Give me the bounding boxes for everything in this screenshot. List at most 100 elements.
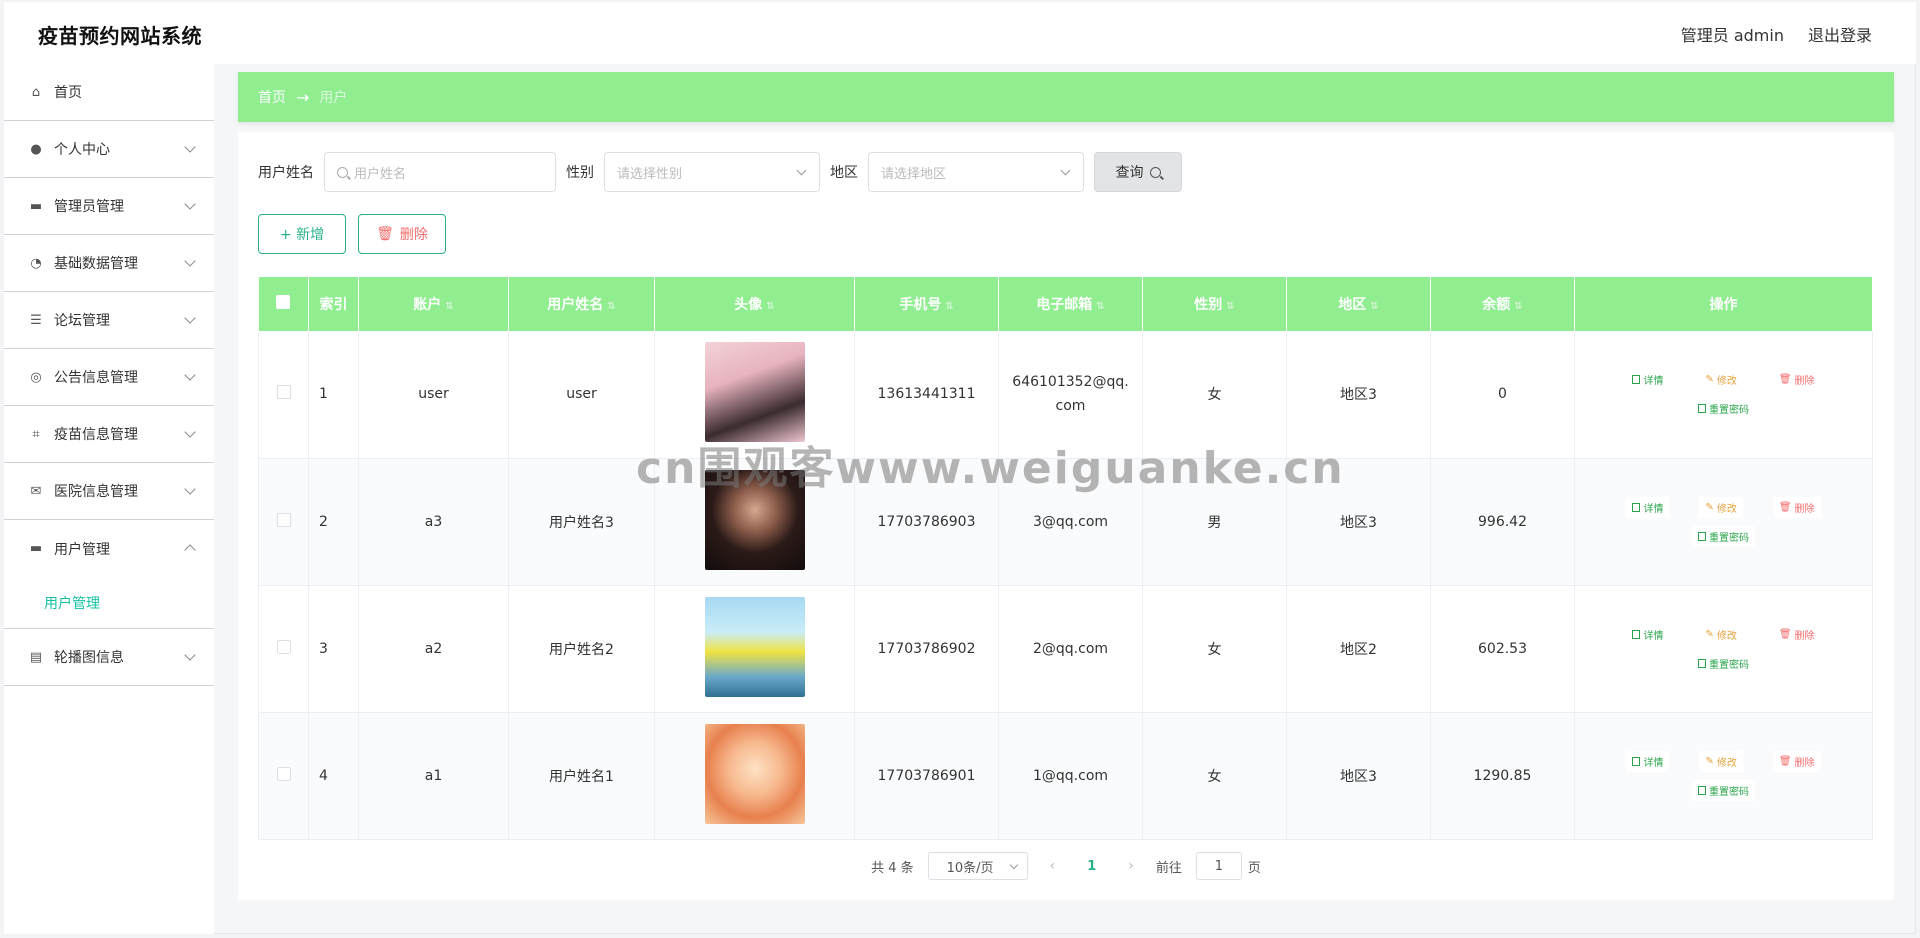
avatar[interactable]: [704, 596, 805, 697]
pencil-icon: ✎: [1705, 374, 1714, 386]
next-page-icon[interactable]: ›: [1120, 858, 1142, 874]
sort-icon[interactable]: ⇅: [445, 301, 453, 312]
edit-label: 修改: [1716, 630, 1737, 642]
add-button[interactable]: + 新增: [258, 214, 346, 254]
edit-button[interactable]: ✎ 修改: [1699, 496, 1743, 518]
reset-password-button[interactable]: 重置密码: [1692, 652, 1755, 674]
sort-icon[interactable]: ⇅: [607, 301, 615, 312]
sidebar-item-label: 疫苗信息管理: [54, 427, 138, 443]
breadcrumb-home[interactable]: 首页: [258, 87, 286, 107]
sidebar-item-label: 医院信息管理: [54, 484, 138, 500]
page-size-select[interactable]: 10条/页: [927, 852, 1028, 880]
edit-button[interactable]: ✎ 修改: [1699, 369, 1743, 391]
edit-button[interactable]: ✎ 修改: [1699, 750, 1743, 772]
header-email[interactable]: 电子邮箱 ⇅: [998, 277, 1143, 331]
reset-password-button[interactable]: 重置密码: [1692, 525, 1755, 547]
header-name[interactable]: 用户姓名 ⇅: [508, 277, 655, 331]
name-search-input[interactable]: 用户姓名: [324, 152, 556, 192]
cell-region: 地区2: [1286, 585, 1431, 713]
sort-icon[interactable]: ⇅: [1370, 301, 1378, 312]
logout-button[interactable]: 退出登录: [1808, 22, 1872, 46]
header-phone[interactable]: 手机号 ⇅: [854, 277, 999, 331]
row-checkbox-cell[interactable]: [258, 712, 309, 840]
sort-icon[interactable]: ⇅: [1514, 301, 1522, 312]
batch-delete-button[interactable]: 🗑 删除: [358, 214, 446, 254]
chevron-down-icon: [184, 649, 196, 661]
sort-icon[interactable]: ⇅: [945, 301, 953, 312]
row-checkbox[interactable]: [276, 385, 291, 400]
row-checkbox[interactable]: [276, 512, 291, 527]
select-all-cell[interactable]: [258, 277, 309, 331]
detail-label: 详情: [1643, 630, 1664, 642]
header-balance-label: 余额: [1482, 297, 1511, 313]
detail-button[interactable]: 详情: [1626, 496, 1670, 518]
delete-button[interactable]: 🗑 删除: [1772, 369, 1821, 391]
chevron-down-icon: [184, 255, 196, 267]
detail-button[interactable]: 详情: [1626, 369, 1670, 391]
edit-label: 修改: [1716, 757, 1737, 769]
goto-page-input[interactable]: 1: [1195, 852, 1242, 880]
sidebar-item-vaccines[interactable]: ⌗ 疫苗信息管理: [4, 406, 214, 463]
row-checkbox[interactable]: [276, 639, 291, 654]
gender-select[interactable]: 请选择性别: [604, 152, 820, 192]
reset-password-button[interactable]: 重置密码: [1692, 779, 1755, 801]
avatar[interactable]: [704, 469, 805, 570]
row-actions: 详情 ✎ 修改 🗑 删除 重置密码: [1614, 496, 1834, 547]
avatar[interactable]: [704, 723, 805, 824]
row-checkbox[interactable]: [276, 766, 291, 781]
sidebar-item-basic-data[interactable]: ◔ 基础数据管理: [4, 235, 214, 292]
detail-label: 详情: [1643, 503, 1664, 515]
cell-balance: 1290.85: [1430, 712, 1575, 840]
query-button[interactable]: 查询: [1094, 152, 1182, 192]
table-row: 2 a3 用户姓名3 17703786903 3@qq.com 男 地区3 99…: [258, 458, 1873, 586]
header-region[interactable]: 地区 ⇅: [1286, 277, 1431, 331]
trash-icon: 🗑: [1778, 628, 1792, 640]
page-number-current[interactable]: 1: [1077, 859, 1106, 874]
sort-icon[interactable]: ⇅: [766, 301, 774, 312]
chevron-down-icon: [184, 369, 196, 381]
reset-password-button[interactable]: 重置密码: [1692, 398, 1755, 420]
header-avatar[interactable]: 头像 ⇅: [654, 277, 855, 331]
prev-page-icon[interactable]: ‹: [1042, 858, 1064, 874]
sidebar-item-announcements[interactable]: ◎ 公告信息管理: [4, 349, 214, 406]
goto-suffix: 页: [1247, 860, 1261, 876]
header-gender[interactable]: 性别 ⇅: [1142, 277, 1287, 331]
cell-avatar: [654, 712, 855, 840]
sidebar-item-home[interactable]: ⌂ 首页: [4, 64, 214, 121]
sidebar-item-users[interactable]: ▬ 用户管理: [4, 520, 214, 577]
delete-button[interactable]: 🗑 删除: [1772, 623, 1821, 645]
current-user-label: 管理员 admin: [1680, 26, 1784, 45]
row-checkbox-cell[interactable]: [258, 458, 309, 586]
detail-button[interactable]: 详情: [1626, 750, 1670, 772]
avatar[interactable]: [704, 342, 805, 443]
row-checkbox-cell[interactable]: [258, 585, 309, 713]
table-header-row: 索引 账户 ⇅ 用户姓名 ⇅ 头像 ⇅ 手机号 ⇅ 电子邮箱 ⇅ 性别 ⇅ 地区 ⇅ 余额 ⇅ …: [258, 277, 1873, 331]
document-icon: [1698, 404, 1706, 414]
header-region-label: 地区: [1338, 297, 1367, 313]
row-checkbox-cell[interactable]: [258, 331, 309, 459]
breadcrumb: 首页 → 用户: [238, 72, 1894, 122]
total-count: 共 4 条: [871, 860, 914, 876]
sort-icon[interactable]: ⇅: [1096, 301, 1104, 312]
select-all-checkbox[interactable]: [276, 295, 291, 309]
header-balance[interactable]: 余额 ⇅: [1430, 277, 1575, 331]
cell-phone: 17703786902: [854, 585, 999, 713]
cell-gender: 女: [1142, 585, 1287, 713]
header-gender-label: 性别: [1194, 297, 1223, 313]
sidebar-item-profile[interactable]: ● 个人中心: [4, 121, 214, 178]
edit-button[interactable]: ✎ 修改: [1699, 623, 1743, 645]
cell-name: 用户姓名3: [508, 458, 655, 586]
sidebar-subitem-user-management[interactable]: 用户管理: [4, 577, 214, 629]
search-icon: [337, 166, 348, 178]
edit-label: 修改: [1716, 503, 1737, 515]
sidebar-item-forum[interactable]: ☰ 论坛管理: [4, 292, 214, 349]
header-account[interactable]: 账户 ⇅: [358, 277, 509, 331]
sort-icon[interactable]: ⇅: [1226, 301, 1234, 312]
region-select[interactable]: 请选择地区: [868, 152, 1084, 192]
delete-button[interactable]: 🗑 删除: [1772, 496, 1821, 518]
sidebar-item-admins[interactable]: ▬ 管理员管理: [4, 178, 214, 235]
detail-button[interactable]: 详情: [1626, 623, 1670, 645]
delete-button[interactable]: 🗑 删除: [1772, 750, 1821, 772]
sidebar-item-carousel[interactable]: ▤ 轮播图信息: [4, 629, 214, 686]
sidebar-item-hospitals[interactable]: ✉ 医院信息管理: [4, 463, 214, 520]
